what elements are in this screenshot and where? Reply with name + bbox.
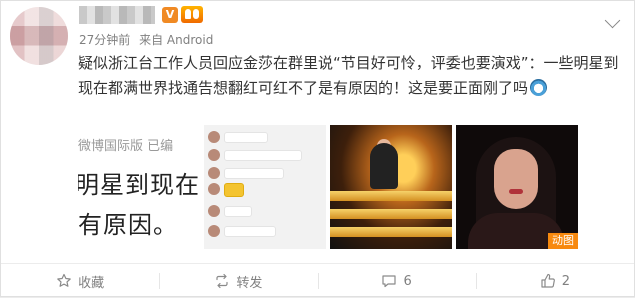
- chat-bubble: [224, 150, 302, 161]
- face-emoji-icon: [530, 79, 548, 96]
- thumbnail-text-line: 明星到现在都: [78, 171, 200, 199]
- post-text: 疑似浙江台工作人员回应金莎在群里说“节目好可怜，评委也要演戏”：一些明星到现在都…: [78, 51, 628, 101]
- chat-avatar: [208, 167, 220, 179]
- image-thumbnail-1[interactable]: 微博国际版 已编 明星到现在都 有原因。: [78, 125, 200, 249]
- gif-badge: 动图: [548, 233, 578, 249]
- comment-button[interactable]: 6: [317, 264, 476, 298]
- chevron-down-icon[interactable]: [604, 12, 621, 29]
- post-time[interactable]: 27分钟前: [79, 33, 130, 47]
- action-bar: 收藏 转发 6 2: [1, 264, 634, 298]
- performer-body: [370, 143, 398, 189]
- favorite-label: 收藏: [78, 275, 105, 291]
- repost-icon: [214, 273, 230, 289]
- judge-desk: [330, 209, 452, 219]
- thumbnail-text-line: 微博国际版 已编: [78, 139, 174, 154]
- chat-emoji-bubble: [224, 183, 244, 197]
- favorite-button[interactable]: 收藏: [1, 264, 159, 298]
- repost-label: 转发: [236, 275, 263, 291]
- like-button[interactable]: 2: [475, 264, 634, 298]
- thumbnail-text-line: 有原因。: [78, 211, 178, 239]
- thumbs-up-icon: [540, 273, 556, 289]
- chat-bubble: [224, 226, 276, 237]
- post-meta: 27分钟前 来自 Android: [79, 31, 213, 48]
- comment-count: 6: [403, 273, 412, 289]
- chat-avatar: [208, 149, 220, 161]
- chat-avatar: [208, 131, 220, 143]
- author-name-blurred[interactable]: [79, 6, 155, 24]
- star-icon: [56, 273, 72, 289]
- image-thumbnail-3[interactable]: [330, 125, 452, 249]
- image-thumbnail-4[interactable]: 动图: [456, 125, 578, 249]
- chat-bubble: [224, 132, 268, 143]
- chat-avatar: [208, 225, 220, 237]
- chat-avatar: [208, 183, 220, 195]
- repost-button[interactable]: 转发: [159, 264, 317, 298]
- verified-badge-icon: V: [162, 7, 178, 23]
- chat-avatar: [208, 205, 220, 217]
- judge-desk: [330, 191, 452, 201]
- like-count: 2: [561, 273, 571, 289]
- avatar[interactable]: [10, 7, 68, 65]
- member-level-icon: [181, 6, 203, 23]
- portrait-lips: [509, 189, 523, 194]
- chat-bubble: [224, 206, 252, 217]
- image-thumbnail-2[interactable]: [204, 125, 326, 249]
- post-source: 来自 Android: [139, 33, 214, 47]
- judge-desk: [330, 227, 452, 237]
- weibo-post-card: V 27分钟前 来自 Android 疑似浙江台工作人员回应金莎在群里说“节目好…: [0, 0, 635, 297]
- comment-icon: [381, 273, 397, 289]
- portrait-face: [494, 149, 538, 209]
- chat-bubble: [224, 168, 284, 179]
